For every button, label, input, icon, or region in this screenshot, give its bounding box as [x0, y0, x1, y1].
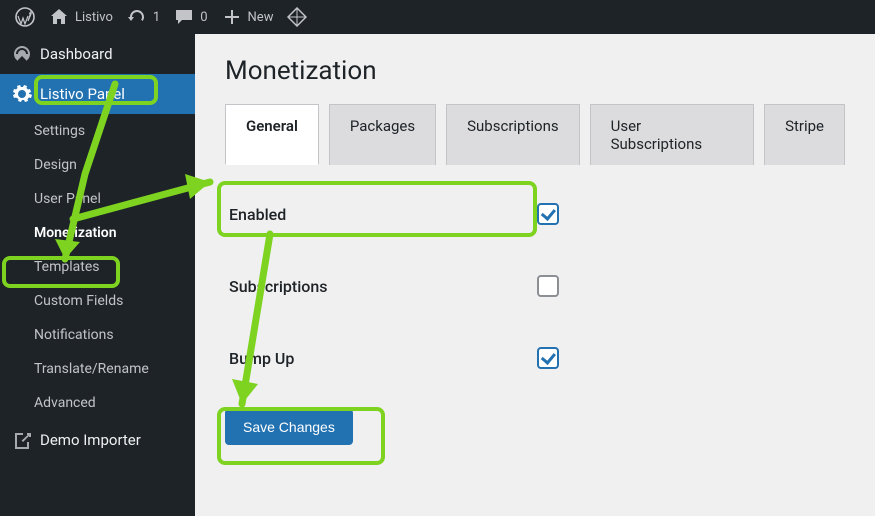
enabled-checkbox[interactable] [537, 203, 559, 225]
wp-logo[interactable] [8, 0, 42, 34]
enabled-label: Enabled [229, 205, 286, 224]
tab-stripe[interactable]: Stripe [764, 104, 845, 165]
updates-count: 1 [153, 10, 160, 25]
field-subscriptions: Subscriptions [225, 265, 559, 307]
sidebar-item-listivo-panel[interactable]: Listivo Panel [0, 74, 195, 114]
updates[interactable]: 1 [120, 0, 167, 34]
theme-extra[interactable] [280, 0, 314, 34]
tab-subscriptions[interactable]: Subscriptions [446, 104, 579, 165]
new-label: New [248, 10, 274, 25]
sidebar-item-label: Dashboard [40, 45, 113, 63]
sidemenu: Dashboard Listivo Panel Settings Design … [0, 34, 195, 516]
field-enabled: Enabled [225, 193, 559, 235]
site-title: Listivo [75, 10, 113, 25]
comment-icon [174, 7, 194, 27]
submenu-item-design[interactable]: Design [0, 148, 195, 182]
submenu-item-templates[interactable]: Templates [0, 250, 195, 284]
bumpup-label: Bump Up [229, 349, 294, 368]
subscriptions-label: Subscriptions [229, 277, 328, 296]
import-icon [12, 430, 32, 450]
save-button[interactable]: Save Changes [225, 409, 353, 445]
app: Dashboard Listivo Panel Settings Design … [0, 34, 875, 516]
new-content[interactable]: New [215, 0, 281, 34]
plus-icon [222, 7, 242, 27]
submenu-item-translate-rename[interactable]: Translate/Rename [0, 352, 195, 386]
submenu-listivo-panel: Settings Design User Panel Monetization … [0, 114, 195, 420]
sidebar-item-demo-importer[interactable]: Demo Importer [0, 420, 195, 460]
sidebar-item-label: Demo Importer [40, 431, 141, 449]
field-bumpup: Bump Up [225, 337, 559, 379]
sidebar-item-dashboard[interactable]: Dashboard [0, 34, 195, 74]
submenu-item-advanced[interactable]: Advanced [0, 386, 195, 420]
submenu-item-settings[interactable]: Settings [0, 114, 195, 148]
adminbar: Listivo 1 0 New [0, 0, 875, 34]
tab-packages[interactable]: Packages [329, 104, 436, 165]
subscriptions-checkbox[interactable] [537, 275, 559, 297]
submenu-item-notifications[interactable]: Notifications [0, 318, 195, 352]
sidebar-item-label: Listivo Panel [40, 85, 125, 103]
tabs: General Packages Subscriptions User Subs… [225, 104, 845, 165]
site-home[interactable]: Listivo [42, 0, 120, 34]
wordpress-icon [15, 7, 35, 27]
bumpup-checkbox[interactable] [537, 347, 559, 369]
submenu-item-monetization[interactable]: Monetization [0, 216, 195, 250]
content: Monetization General Packages Subscripti… [195, 34, 875, 516]
comments[interactable]: 0 [167, 0, 214, 34]
gear-icon [12, 84, 32, 104]
arrow-enabled-to-save [230, 224, 290, 424]
refresh-icon [127, 7, 147, 27]
tab-general[interactable]: General [225, 104, 319, 165]
tab-user-subscriptions[interactable]: User Subscriptions [590, 104, 754, 165]
comments-count: 0 [200, 10, 207, 25]
submenu-item-user-panel[interactable]: User Panel [0, 182, 195, 216]
dashboard-icon [12, 44, 32, 64]
submenu-item-custom-fields[interactable]: Custom Fields [0, 284, 195, 318]
diamond-icon [287, 7, 307, 27]
page-title: Monetization [225, 56, 845, 86]
home-icon [49, 7, 69, 27]
